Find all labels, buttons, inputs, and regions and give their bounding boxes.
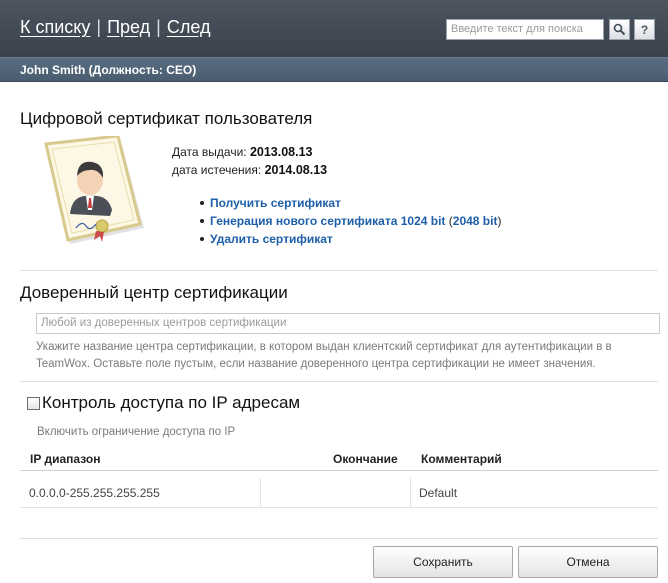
divider <box>20 381 658 382</box>
next-link[interactable]: След <box>167 17 211 37</box>
trusted-ca-heading: Доверенный центр сертификации <box>20 283 288 302</box>
divider <box>20 270 658 271</box>
ip-control-checkbox[interactable] <box>27 397 40 410</box>
user-name-title: John Smith (Должность: CEO) <box>20 63 197 77</box>
issue-date-value: 2013.08.13 <box>249 145 313 159</box>
nav-separator: | <box>96 17 102 37</box>
ip-table-header: IP диапазон Окончание Комментарий <box>20 448 658 471</box>
certificate-actions: Получить сертификат Генерация нового сер… <box>200 194 501 248</box>
top-toolbar: К списку | Пред | След Введите текст для пои… <box>0 0 668 57</box>
user-header: John Smith (Должность: CEO) <box>0 57 668 82</box>
table-row[interactable]: 0.0.0.0-255.255.255.255 Default <box>20 478 658 508</box>
back-to-list-link[interactable]: К списку <box>20 17 90 37</box>
expire-date-value: 2014.08.13 <box>264 163 328 177</box>
navigation: К списку | Пред | След <box>20 17 210 38</box>
nav-separator: | <box>156 17 161 37</box>
column-divider <box>260 478 261 508</box>
ip-control-label[interactable]: Контроль доступа по IP адресам <box>42 393 300 413</box>
list-item: Генерация нового сертификата 1024 bit (2… <box>200 212 501 230</box>
cancel-button[interactable]: Отмена <box>518 546 658 578</box>
issue-date-row: Дата выдачи: 2013.08.13 <box>172 145 313 159</box>
certificate-heading: Цифровой сертификат пользователя <box>20 109 313 128</box>
search-input[interactable]: Введите текст для поиска <box>446 19 604 40</box>
delete-certificate-link[interactable]: Удалить сертификат <box>210 232 333 246</box>
list-item: Удалить сертификат <box>200 230 501 248</box>
trusted-ca-hint: Укажите название центра сертификации, в … <box>36 341 612 370</box>
list-item: Получить сертификат <box>200 194 501 212</box>
cell-comment: Default <box>419 486 458 500</box>
help-button[interactable]: ? <box>634 19 655 40</box>
paren: ) <box>497 214 502 228</box>
generate-1024-link[interactable]: Генерация нового сертификата 1024 bit <box>210 214 445 228</box>
expire-date-label: дата истечения: <box>172 163 262 177</box>
column-ip-range[interactable]: IP диапазон <box>30 452 100 466</box>
generate-2048-link[interactable]: 2048 bit <box>453 214 498 228</box>
issue-date-label: Дата выдачи: <box>172 145 247 159</box>
search-button[interactable] <box>609 19 630 40</box>
trusted-ca-input[interactable]: Любой из доверенных центров сертификации <box>36 313 660 334</box>
column-end[interactable]: Окончание <box>333 452 398 466</box>
prev-link[interactable]: Пред <box>107 17 150 37</box>
magnifier-icon <box>613 23 626 36</box>
column-divider <box>410 478 411 508</box>
certificate-icon <box>44 136 144 244</box>
save-button[interactable]: Сохранить <box>373 546 513 578</box>
cell-ip-range: 0.0.0.0-255.255.255.255 <box>29 486 160 500</box>
ip-control-hint: Включить ограничение доступа по IP <box>37 426 236 438</box>
column-comment[interactable]: Комментарий <box>421 452 502 466</box>
get-certificate-link[interactable]: Получить сертификат <box>210 196 341 210</box>
footer-divider <box>20 538 658 539</box>
expire-date-row: дата истечения: 2014.08.13 <box>172 163 327 177</box>
